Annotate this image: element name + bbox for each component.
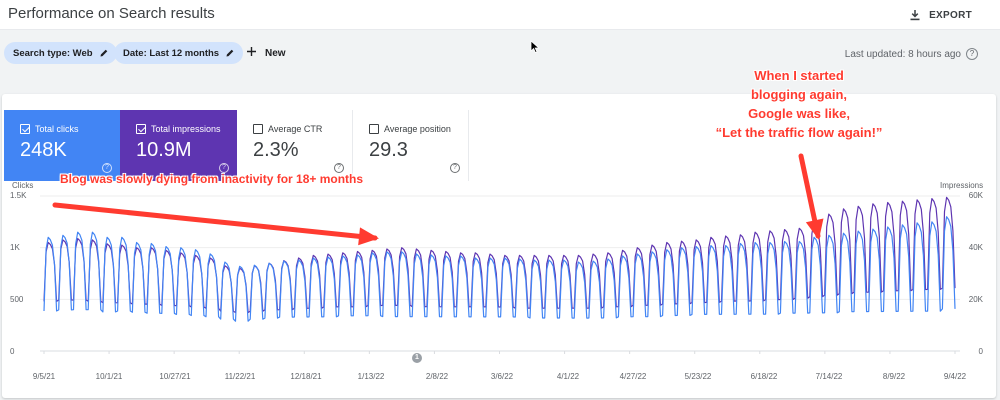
performance-chart: [40, 153, 960, 354]
annotation-line: When I started: [754, 68, 844, 83]
annotation-line: “Let the traffic flow again!”: [715, 125, 883, 140]
arrow-inactivity: [52, 202, 378, 241]
annotation-inactivity: Blog was slowly dying from inactivity fo…: [60, 172, 364, 186]
annotation-line: blogging again,: [750, 87, 848, 102]
annotation-traffic-return: When I started blogging again, Google wa…: [680, 66, 918, 142]
impressions-series-line: [43, 196, 956, 314]
arrow-traffic-return-head: [805, 218, 824, 240]
annotation-line: Google was like,: [748, 106, 850, 121]
annotation-marker[interactable]: 1: [412, 353, 422, 363]
